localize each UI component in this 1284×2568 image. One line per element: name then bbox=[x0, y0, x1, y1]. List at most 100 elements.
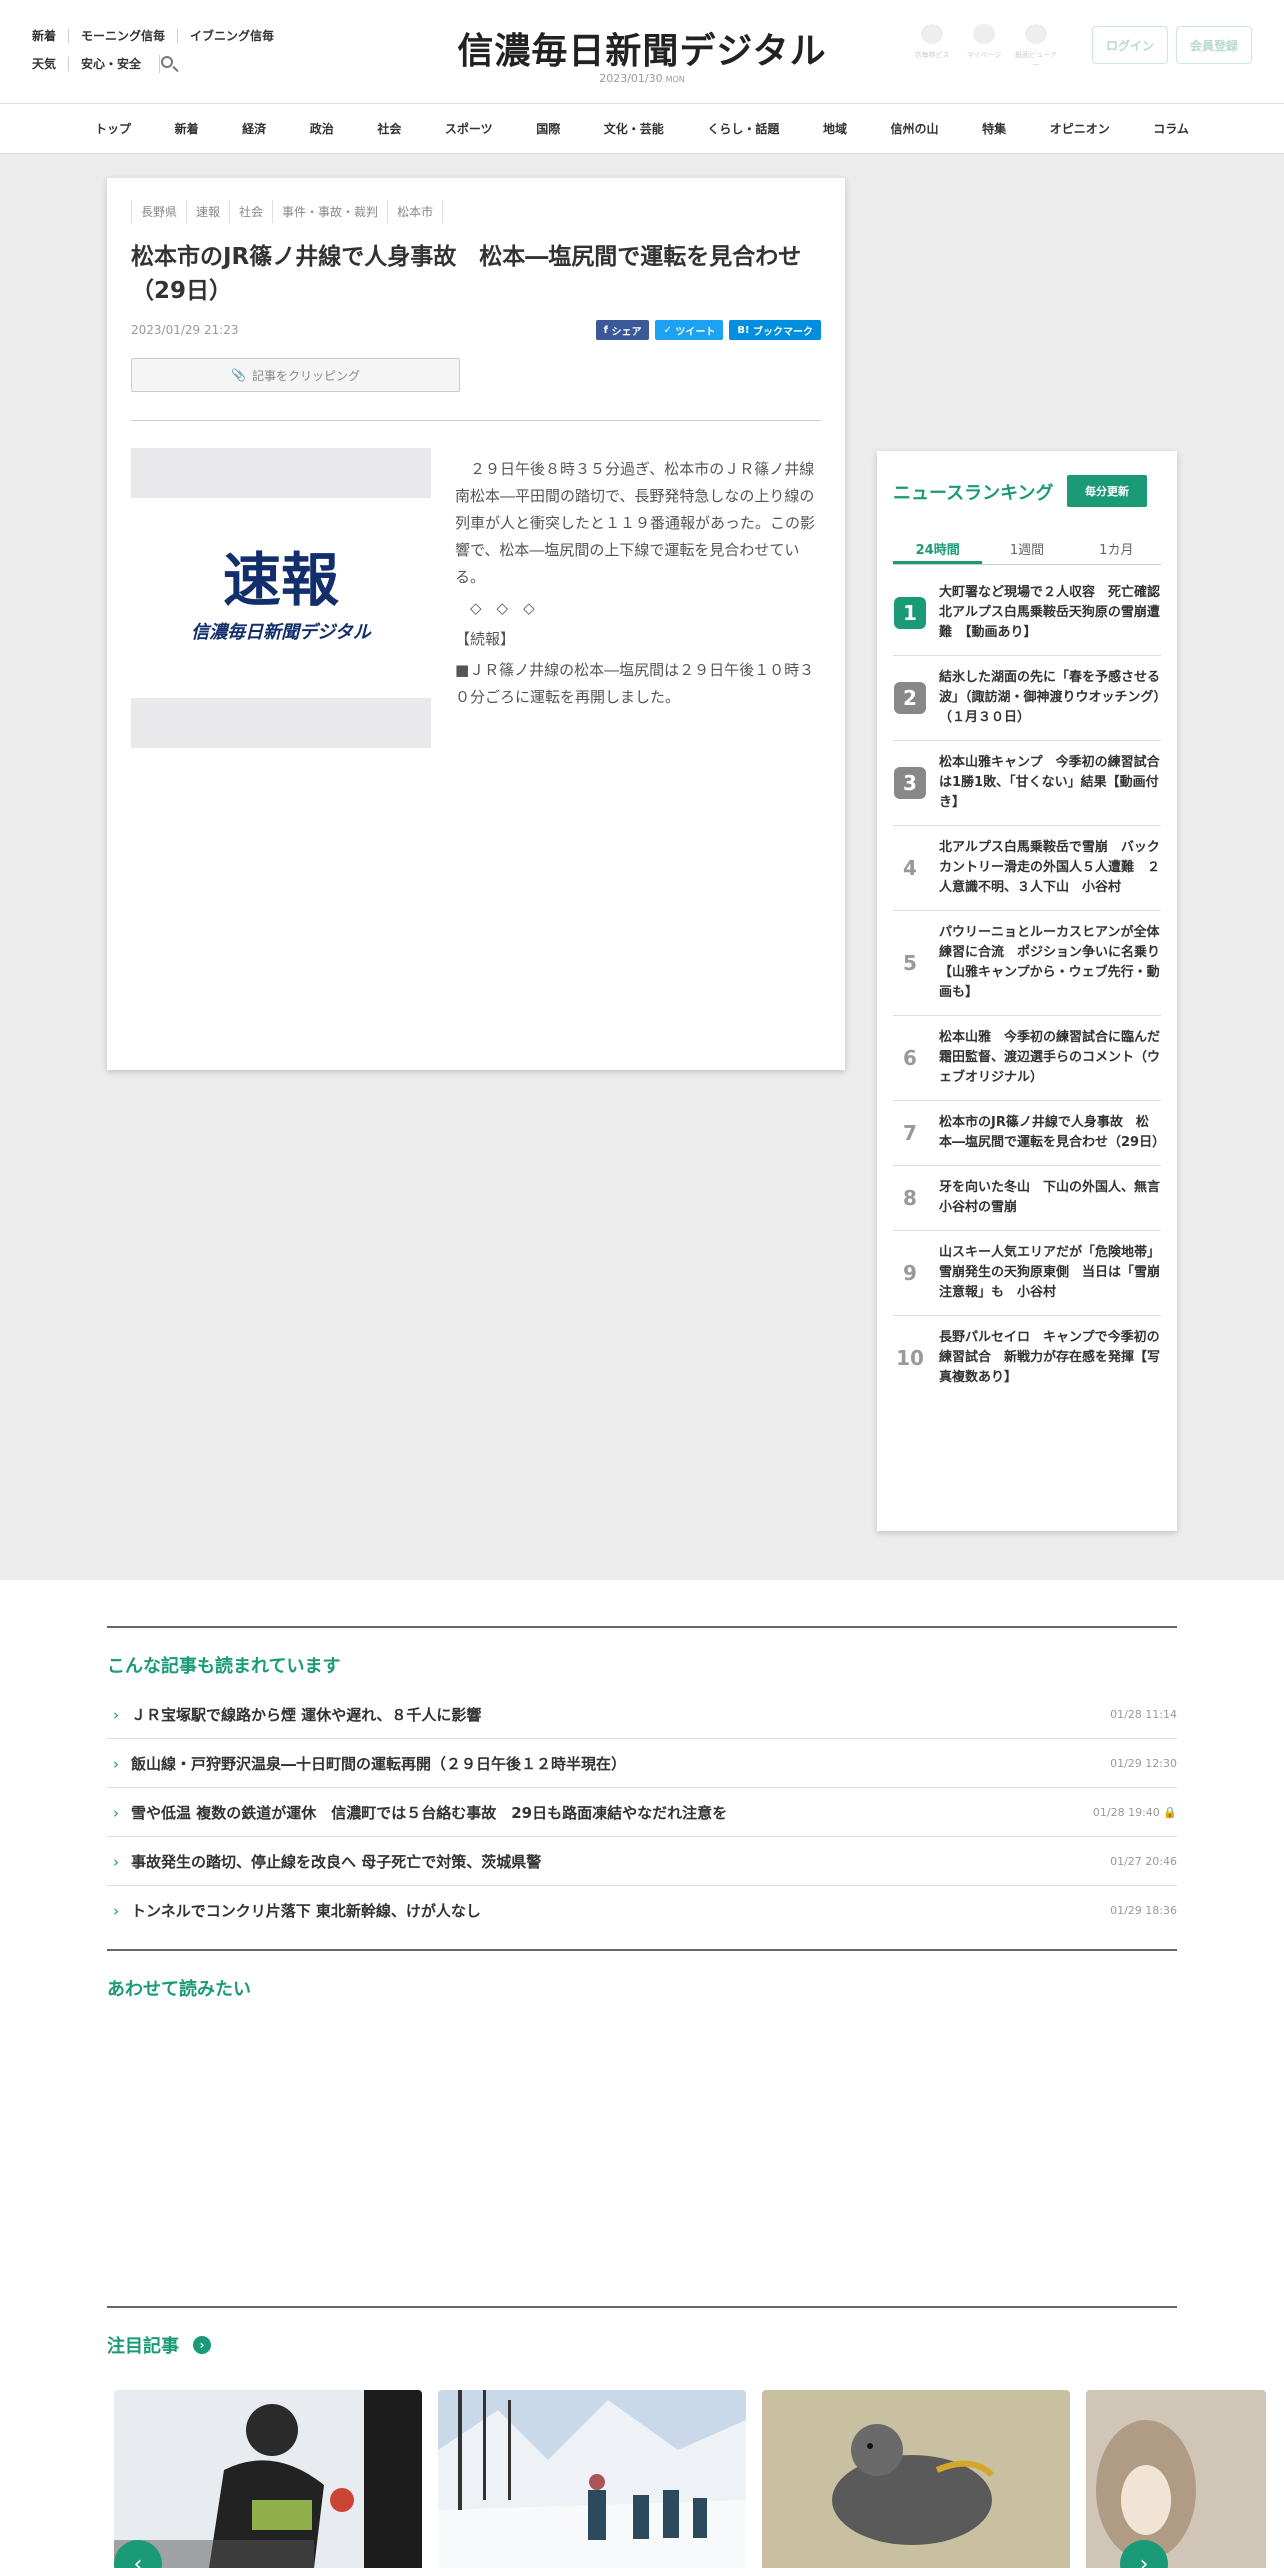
tag[interactable]: 事件・事故・裁判 bbox=[273, 200, 389, 223]
related-item[interactable]: 事故発生の踏切、停止線を改良へ 母子死亡で対策、茨城県警 01/27 20:46 bbox=[107, 1837, 1177, 1886]
header-icon-item[interactable]: 紙面ビューアー bbox=[1014, 24, 1058, 70]
related-item[interactable]: トンネルでコンクリ片落下 東北新幹線、けが人なし 01/29 18:36 bbox=[107, 1886, 1177, 1935]
featured-photo[interactable] bbox=[114, 2390, 422, 2568]
paperclip-icon: 📎 bbox=[231, 368, 246, 382]
rank-number: 2 bbox=[893, 668, 927, 728]
bookmark-button[interactable]: B! ブックマーク bbox=[729, 320, 821, 340]
ranking-tabs: 24時間 1週間 1カ月 bbox=[893, 531, 1161, 565]
nav-item[interactable]: くらし・話題 bbox=[707, 120, 779, 137]
related-item[interactable]: ＪＲ宝塚駅で線路から煙 運休や遅れ、８千人に影響 01/28 11:14 bbox=[107, 1690, 1177, 1739]
header-icon-item[interactable]: マイページ bbox=[962, 24, 1006, 70]
rank-number: 6 bbox=[903, 1046, 917, 1070]
ranking-item[interactable]: 8 牙を向いた冬山 下山の外国人、無言 小谷村の雪崩 bbox=[893, 1166, 1173, 1231]
ranking-item[interactable]: 3 松本山雅キャンプ 今季初の練習試合は1勝1敗、「甘くない」結果【動画付き】 bbox=[893, 741, 1161, 826]
rank-text: 松本山雅キャンプ 今季初の練習試合は1勝1敗、「甘くない」結果【動画付き】 bbox=[939, 755, 1160, 810]
nav-item[interactable]: スポーツ bbox=[445, 120, 493, 137]
rank-text: 山スキー人気エリアだが「危険地帯」 雪崩発生の天狗原東側 当日は「雪崩注意報」も… bbox=[939, 1245, 1167, 1300]
tag[interactable]: 社会 bbox=[230, 200, 274, 223]
site-header: 新着 モーニング信毎 イブニング信毎 天気 安心・安全 信濃毎日新聞デジタル 2… bbox=[0, 0, 1284, 104]
section-divider bbox=[107, 1626, 1177, 1628]
lock-icon: 🔒 bbox=[1163, 1805, 1177, 1819]
tag[interactable]: 松本市 bbox=[388, 200, 444, 223]
ranking-item[interactable]: 1 大町署など現場で２人収容 死亡確認 北アルプス白馬乗鞍岳天狗原の雪崩遭難 【動… bbox=[893, 571, 1174, 656]
article-body: ２９日午後８時３５分過ぎ、松本市のＪＲ篠ノ井線南松本―平田間の踏切で、長野発特急… bbox=[455, 456, 821, 715]
mail-icon bbox=[1025, 24, 1047, 44]
nav-item[interactable]: 文化・芸能 bbox=[604, 120, 664, 137]
ranking-item[interactable]: 2 結氷した湖面の先に「春を予感させる波」（諏訪湖・御神渡りウオッチング）（１月３… bbox=[893, 656, 1161, 741]
article-paragraph: ◇ ◇ ◇ bbox=[455, 599, 535, 617]
nav-item[interactable]: 政治 bbox=[310, 120, 334, 137]
featured-carousel bbox=[114, 2390, 1266, 2568]
ranking-title: ニュースランキング bbox=[893, 483, 1054, 504]
rank-text: 松本市のJR篠ノ井線で人身事故 松本―塩尻間で運転を見合わせ（29日） bbox=[939, 1115, 1166, 1150]
article-image: 速報 信濃毎日新聞デジタル bbox=[131, 448, 431, 748]
register-button[interactable]: 会員登録 bbox=[1176, 26, 1252, 64]
nav-item[interactable]: 新着 bbox=[175, 120, 199, 137]
rank-number: 4 bbox=[903, 856, 917, 880]
section-divider bbox=[107, 1949, 1177, 1951]
featured-photo[interactable] bbox=[438, 2390, 746, 2568]
nav-item[interactable]: トップ bbox=[95, 120, 131, 137]
nav-item[interactable]: 地域 bbox=[823, 120, 847, 137]
featured-heading: 注目記事 bbox=[107, 2336, 179, 2357]
tag[interactable]: 長野県 bbox=[131, 200, 188, 223]
featured-heading-row: 注目記事 › bbox=[107, 2332, 1284, 2358]
related-section: こんな記事も読まれています ＪＲ宝塚駅で線路から煙 運休や遅れ、８千人に影響 01… bbox=[107, 1626, 1177, 2001]
header-date: 2023/01/30 MON bbox=[599, 72, 685, 85]
arrow-circle-icon[interactable]: › bbox=[193, 2336, 211, 2354]
bookmark-label: ブックマーク bbox=[753, 326, 813, 338]
ranking-item[interactable]: 7 松本市のJR篠ノ井線で人身事故 松本―塩尻間で運転を見合わせ（29日） bbox=[893, 1101, 1166, 1166]
facebook-share-button[interactable]: f シェア bbox=[595, 320, 650, 340]
featured-photo[interactable] bbox=[1086, 2390, 1266, 2568]
related-title: トンネルでコンクリ片落下 東北新幹線、けが人なし bbox=[107, 1900, 481, 1921]
featured-photo[interactable] bbox=[762, 2390, 1070, 2568]
related-date: 01/28 11:14 bbox=[1110, 1707, 1177, 1721]
related-item[interactable]: 飯山線・戸狩野沢温泉―十日町間の運転再開（２９日午後１２時半現在） 01/29 1… bbox=[107, 1739, 1177, 1788]
tab-24h[interactable]: 24時間 bbox=[893, 531, 983, 564]
tweet-button[interactable]: ✓ ツイート bbox=[655, 320, 724, 340]
divider bbox=[131, 420, 821, 421]
article-paragraph: ２９日午後８時３５分過ぎ、松本市のＪＲ篠ノ井線南松本―平田間の踏切で、長野発特急… bbox=[455, 460, 816, 586]
related-date: 01/29 18:36 bbox=[1110, 1904, 1177, 1917]
featured-section: 注目記事 › bbox=[107, 2306, 1284, 2358]
tweet-label: ツイート bbox=[675, 326, 716, 338]
rank-text: パウリーニョとルーカスヒアンが全体練習に合流 ポジション争いに名乗り 【山雅キャ… bbox=[939, 925, 1174, 1000]
related-item[interactable]: 雪や低温 複数の鉄道が運休 信濃町では５台絡む事故 29日も路面凍結やなだれ注意… bbox=[107, 1788, 1177, 1837]
pin-icon bbox=[921, 24, 943, 44]
tab-1week[interactable]: 1週間 bbox=[982, 531, 1071, 564]
rank-number: 9 bbox=[903, 1261, 917, 1285]
article-title: 松本市のJR篠ノ井線で人身事故 松本―塩尻間で運転を見合わせ（29日） bbox=[131, 244, 802, 304]
nav-item[interactable]: オピニオン bbox=[1050, 120, 1110, 137]
login-button[interactable]: ログイン bbox=[1092, 26, 1168, 64]
article-card: 長野県 速報 社会 事件・事故・裁判 松本市 松本市のJR篠ノ井線で人身事故 松… bbox=[107, 178, 845, 1070]
nav-item[interactable]: コラム bbox=[1153, 120, 1189, 137]
nav-item[interactable]: 特集 bbox=[982, 120, 1006, 137]
nav-item[interactable]: 社会 bbox=[377, 120, 401, 137]
ranking-item[interactable]: 6 松本山雅 今季初の練習試合に臨んだ霜田監督、渡辺選手らのコメント（ウェブオリジ… bbox=[893, 1016, 1161, 1101]
header-icon-item[interactable]: 信毎特ピス bbox=[910, 24, 954, 70]
image-band-bottom bbox=[131, 698, 431, 748]
main-nav: トップ 新着 経済 政治 社会 スポーツ 国際 文化・芸能 くらし・話題 地域 … bbox=[0, 104, 1284, 154]
tag[interactable]: 速報 bbox=[187, 200, 231, 223]
article-tags: 長野県 速報 社会 事件・事故・裁判 松本市 bbox=[131, 200, 444, 223]
nav-item[interactable]: 国際 bbox=[536, 120, 560, 137]
header-icons: 信毎特ピス マイページ 紙面ビューアー bbox=[910, 24, 1058, 70]
ranking-list: 1 大町署など現場で２人収容 死亡確認 北アルプス白馬乗鞍岳天狗原の雪崩遭難 【動… bbox=[893, 571, 1174, 1400]
image-sublogo: 信濃毎日新聞デジタル bbox=[191, 622, 371, 643]
related-title: 飯山線・戸狩野沢温泉―十日町間の運転再開（２９日午後１２時半現在） bbox=[107, 1753, 626, 1774]
ranking-item[interactable]: 4 北アルプス白馬乗鞍岳で雪崩 バックカントリー滑走の外国人５人遭難 ２人意識不明… bbox=[893, 826, 1161, 911]
rank-text: 北アルプス白馬乗鞍岳で雪崩 バックカントリー滑走の外国人５人遭難 ２人意識不明、… bbox=[939, 840, 1161, 895]
related-list: ＪＲ宝塚駅で線路から煙 運休や遅れ、８千人に影響 01/28 11:14 飯山線・… bbox=[107, 1690, 1177, 1935]
clip-button[interactable]: 📎 記事をクリッピング bbox=[131, 358, 460, 392]
ranking-item[interactable]: 9 山スキー人気エリアだが「危険地帯」 雪崩発生の天狗原東側 当日は「雪崩注意報」… bbox=[893, 1231, 1167, 1316]
ranking-item[interactable]: 10 長野パルセイロ キャンプで今季初の練習試合 新戦力が存在感を発揮【写真複数あ… bbox=[893, 1316, 1161, 1400]
share-buttons: f シェア ✓ ツイート B! ブックマーク bbox=[595, 320, 821, 340]
ranking-item[interactable]: 5 パウリーニョとルーカスヒアンが全体練習に合流 ポジション争いに名乗り 【山雅キ… bbox=[893, 911, 1174, 1016]
nav-item[interactable]: 経済 bbox=[242, 120, 266, 137]
rank-text: 大町署など現場で２人収容 死亡確認 北アルプス白馬乗鞍岳天狗原の雪崩遭難 【動画… bbox=[939, 585, 1174, 640]
nav-item[interactable]: 信州の山 bbox=[891, 120, 939, 137]
rank-number: 10 bbox=[896, 1346, 924, 1370]
tab-1month[interactable]: 1カ月 bbox=[1072, 531, 1161, 564]
section-divider bbox=[107, 2306, 1177, 2308]
also-read-heading: あわせて読みたい bbox=[107, 1979, 251, 2000]
